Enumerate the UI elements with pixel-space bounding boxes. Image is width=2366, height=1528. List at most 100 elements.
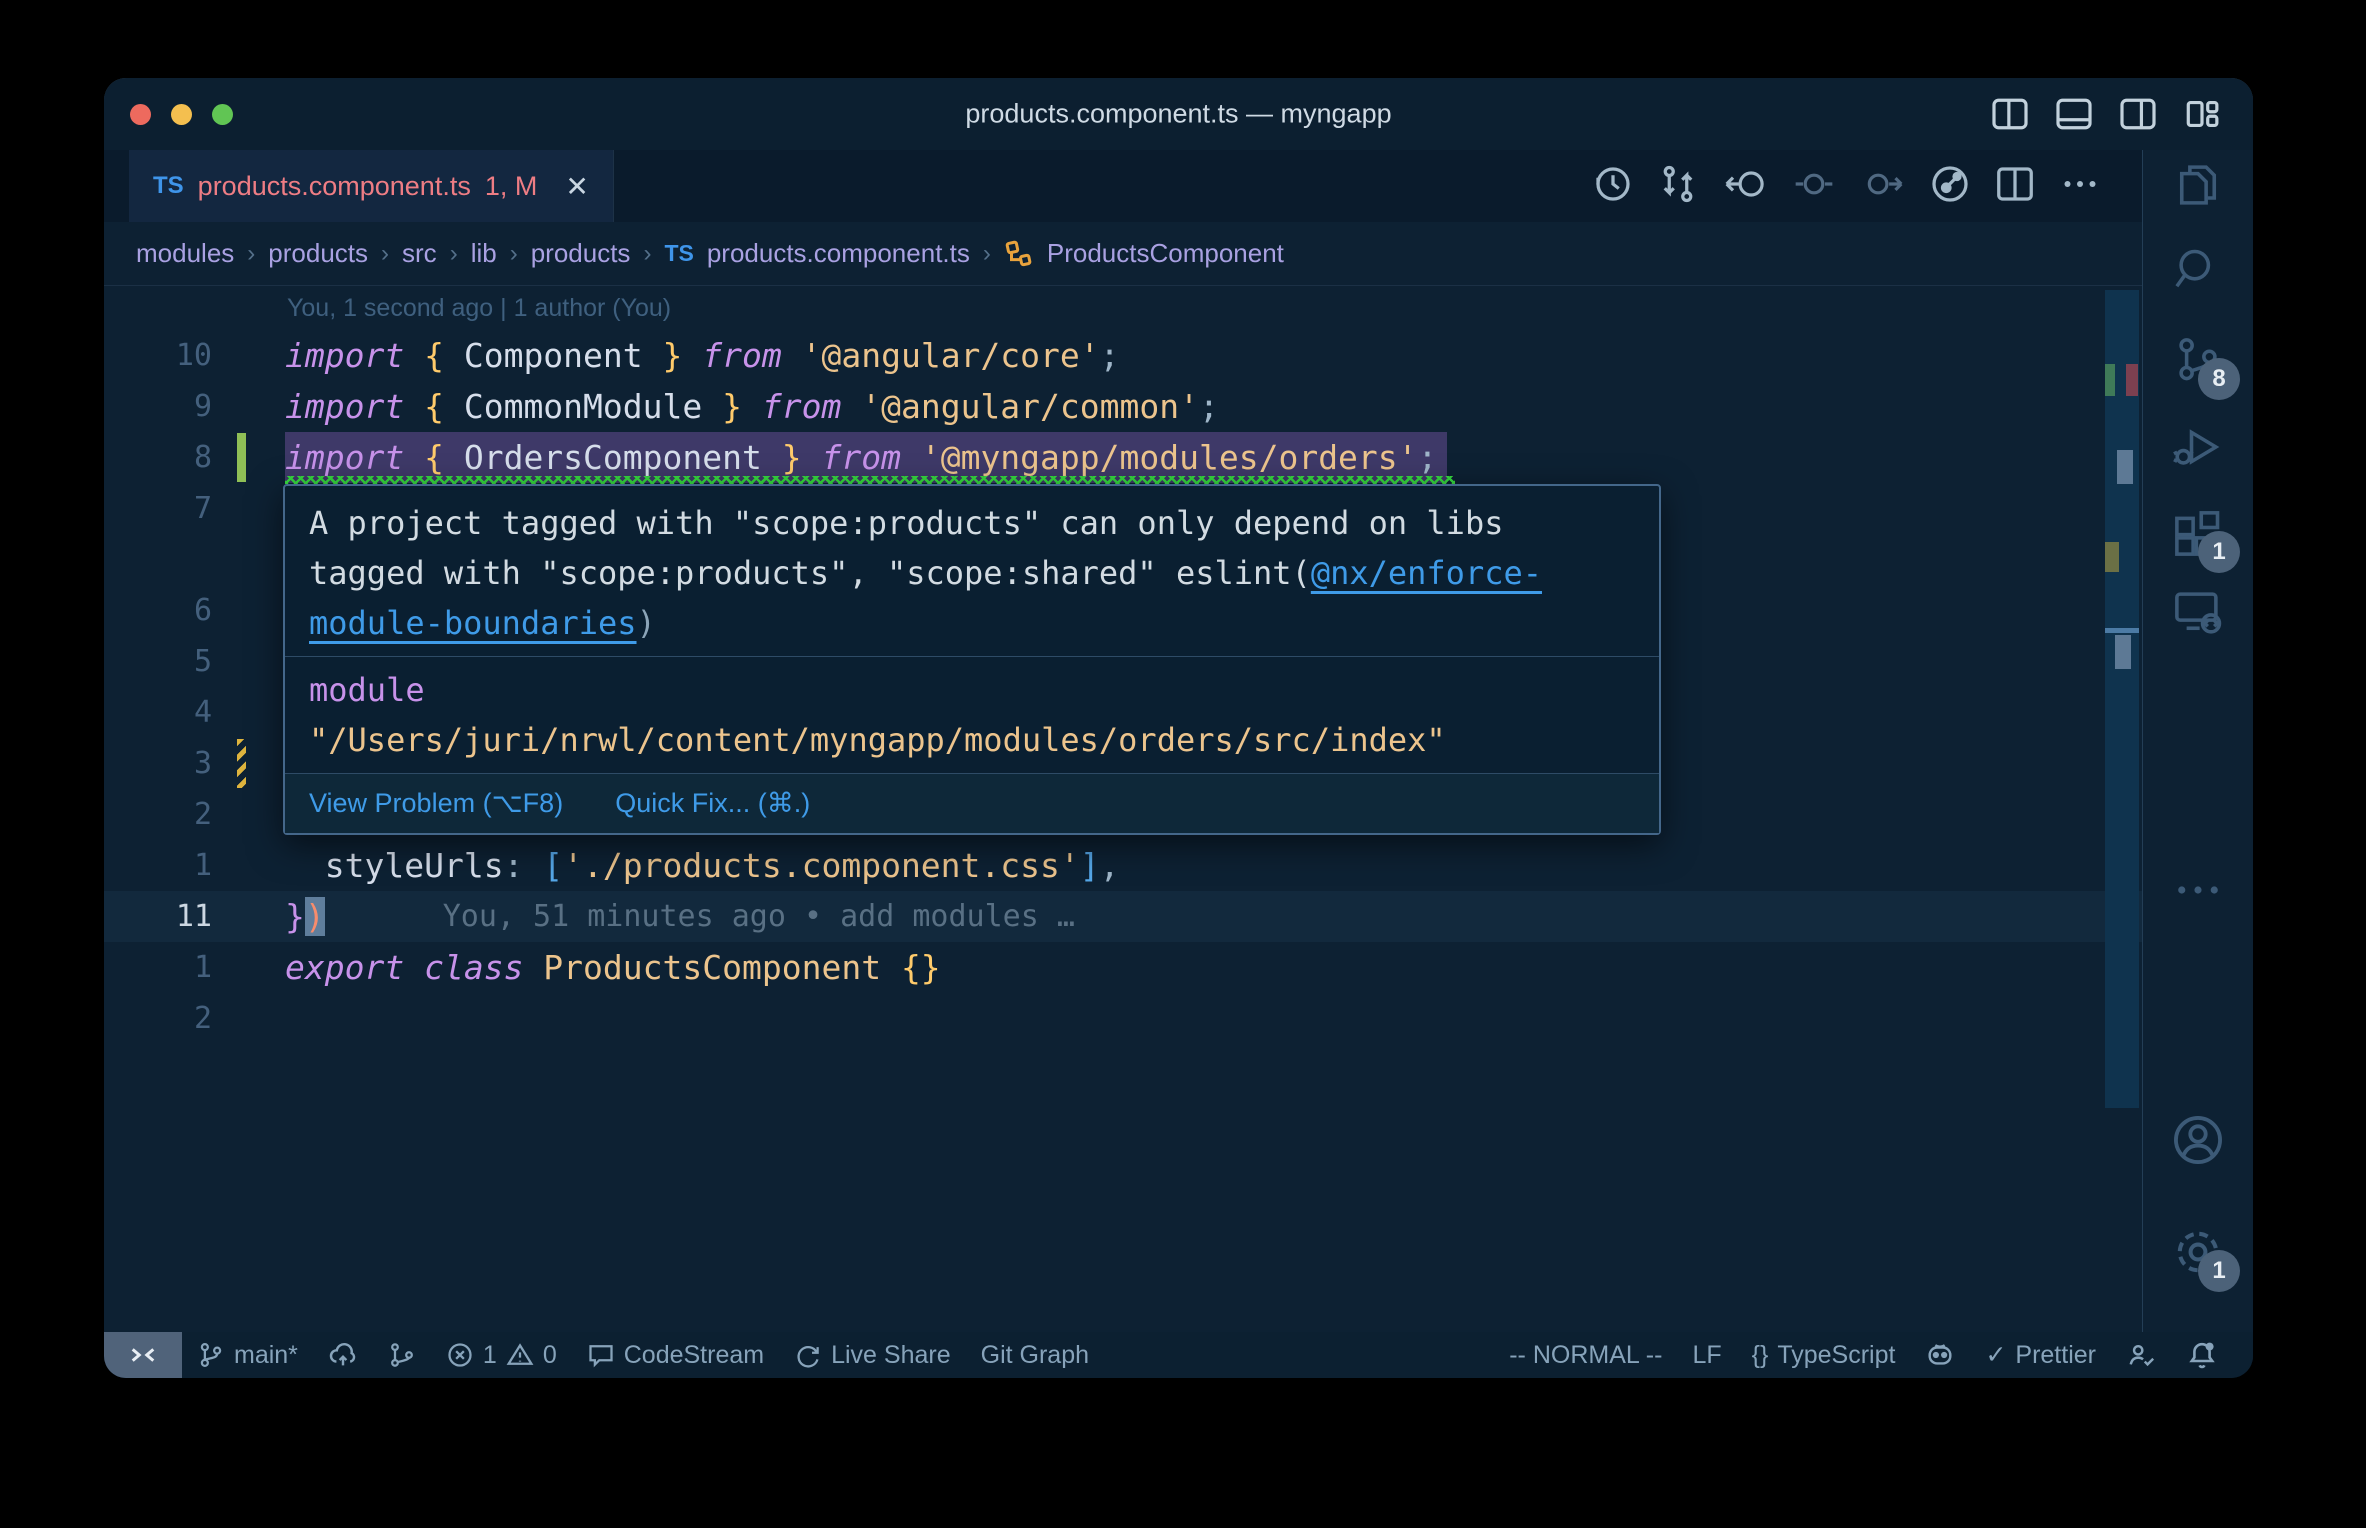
vim-mode-indicator[interactable]: -- NORMAL --: [1494, 1332, 1677, 1378]
token: }: [662, 336, 683, 375]
git-branch-icon: [200, 1343, 222, 1367]
code-editor[interactable]: You, 1 second ago | 1 author (You) 10 imp…: [104, 286, 2142, 1332]
problems-status[interactable]: 1 0: [431, 1332, 572, 1378]
chevron-right-icon: ›: [643, 239, 652, 267]
code-line[interactable]: 8 import { OrdersComponent } from '@mynga…: [104, 432, 2142, 484]
main-area: TS products.component.ts 1, M ✕ modules ›…: [104, 150, 2253, 1332]
token: }: [285, 897, 305, 936]
run-debug-icon[interactable]: [2170, 419, 2226, 475]
code-line[interactable]: 1 styleUrls: ['./products.component.css'…: [104, 840, 2142, 891]
cloud-upload-icon: [329, 1342, 356, 1366]
feedback-icon[interactable]: [2111, 1332, 2171, 1378]
module-keyword: module: [309, 671, 425, 709]
token: }: [781, 438, 802, 477]
token: './products.component.css': [563, 846, 1080, 885]
commit-graph-icon[interactable]: [1930, 164, 1970, 209]
open-changes-icon[interactable]: [1658, 164, 1698, 209]
token: import: [285, 387, 405, 426]
view-problem-button[interactable]: View Problem (⌥F8): [309, 788, 563, 819]
token: ,: [1099, 846, 1120, 885]
class-symbol-icon: [1004, 239, 1034, 269]
token: {: [424, 387, 444, 426]
scrollbar-thumb[interactable]: [2105, 290, 2139, 1108]
tab-products-component[interactable]: TS products.component.ts 1, M ✕: [129, 150, 614, 222]
quick-fix-button[interactable]: Quick Fix... (⌘.): [615, 788, 810, 819]
breadcrumb-item[interactable]: products: [531, 238, 631, 269]
breadcrumb-file[interactable]: products.component.ts: [707, 238, 970, 269]
git-branch-status[interactable]: main*: [182, 1332, 313, 1378]
tab-label: products.component.ts: [197, 170, 471, 201]
breadcrumb-item[interactable]: modules: [136, 238, 234, 269]
code-text: export class ProductsComponent {}: [285, 942, 941, 993]
breadcrumb-symbol[interactable]: ProductsComponent: [1047, 238, 1284, 269]
toggle-panel-icon[interactable]: [2055, 98, 2093, 130]
token: from: [821, 438, 901, 477]
breadcrumb-item[interactable]: src: [402, 238, 437, 269]
customize-layout-icon[interactable]: [2183, 98, 2221, 130]
git-graph-status[interactable]: Git Graph: [966, 1332, 1104, 1378]
ruler-cursorline-mark: [2105, 628, 2139, 633]
minimize-window-button[interactable]: [171, 103, 192, 125]
desktop: products.component.ts — myngapp TS produ…: [0, 0, 2366, 1528]
code-line[interactable]: 2: [104, 993, 2142, 1044]
typescript-file-icon: TS: [664, 240, 694, 266]
code-line[interactable]: 1 export class ProductsComponent {}: [104, 942, 2142, 993]
inline-blame: You, 51 minutes ago • add modules …: [442, 899, 1075, 934]
extensions-icon[interactable]: 1: [2170, 505, 2240, 573]
timeline-icon[interactable]: [1593, 164, 1633, 209]
title-bar: products.component.ts — myngapp: [104, 78, 2253, 150]
token: import: [285, 336, 405, 375]
toggle-secondary-sidebar-icon[interactable]: [2119, 98, 2157, 130]
line-number: 11: [175, 899, 212, 934]
line-number: 9: [193, 389, 212, 424]
line-number: 2: [193, 797, 212, 832]
settings-badge: 1: [2198, 1250, 2240, 1292]
go-back-icon[interactable]: [1723, 164, 1767, 209]
accounts-icon[interactable]: [2170, 1112, 2226, 1168]
close-window-button[interactable]: [130, 103, 151, 125]
token: {: [424, 438, 444, 477]
remote-indicator[interactable]: [104, 1332, 182, 1378]
code-text: styleUrls: ['./products.component.css'],: [285, 840, 1120, 891]
copilot-status-icon[interactable]: [1910, 1332, 1970, 1378]
code-line[interactable]: 9 import { CommonModule } from '@angular/…: [104, 381, 2142, 432]
eol-indicator[interactable]: LF: [1677, 1332, 1736, 1378]
gitlens-graph-button[interactable]: [373, 1332, 431, 1378]
previous-change-icon[interactable]: [1792, 164, 1836, 209]
search-icon[interactable]: [2170, 242, 2226, 298]
next-change-icon[interactable]: [1861, 164, 1905, 209]
code-line[interactable]: 11}) You, 51 minutes ago • add modules …: [104, 891, 2142, 942]
codestream-status[interactable]: CodeStream: [572, 1332, 779, 1378]
layout-controls: [1991, 98, 2253, 130]
code-line[interactable]: 10 import { Component } from '@angular/co…: [104, 330, 2142, 381]
live-share-status[interactable]: Live Share: [779, 1332, 966, 1378]
zoom-window-button[interactable]: [212, 103, 233, 125]
explorer-icon[interactable]: [2170, 157, 2226, 213]
more-views-icon[interactable]: [2170, 862, 2226, 918]
source-control-icon[interactable]: 8: [2170, 332, 2240, 400]
remote-explorer-icon[interactable]: [2170, 584, 2226, 640]
publish-changes-button[interactable]: [313, 1332, 373, 1378]
token: '@angular/common': [841, 387, 1199, 426]
split-editor-icon[interactable]: [1995, 164, 2035, 209]
notifications-bell-icon[interactable]: [2171, 1332, 2233, 1378]
breadcrumb-item[interactable]: products: [268, 238, 368, 269]
share-icon: [797, 1346, 819, 1368]
vscode-window: products.component.ts — myngapp TS produ…: [104, 78, 2253, 1378]
more-actions-icon[interactable]: [2060, 164, 2100, 209]
token: ;: [1198, 387, 1219, 426]
eslint-rule-link[interactable]: module-boundaries: [309, 604, 637, 642]
toggle-sidebar-icon[interactable]: [1991, 98, 2029, 130]
language-mode[interactable]: {} TypeScript: [1737, 1332, 1911, 1378]
eslint-rule-link[interactable]: @nx/enforce-: [1311, 554, 1542, 592]
settings-gear-icon[interactable]: 1: [2170, 1224, 2240, 1292]
close-tab-icon[interactable]: ✕: [565, 170, 588, 203]
token: styleUrls: [324, 846, 504, 885]
token: export: [285, 948, 405, 987]
gutter-yellow-marker: [237, 739, 246, 788]
prettier-status[interactable]: ✓ Prettier: [1970, 1332, 2111, 1378]
breadcrumb-item[interactable]: lib: [471, 238, 497, 269]
